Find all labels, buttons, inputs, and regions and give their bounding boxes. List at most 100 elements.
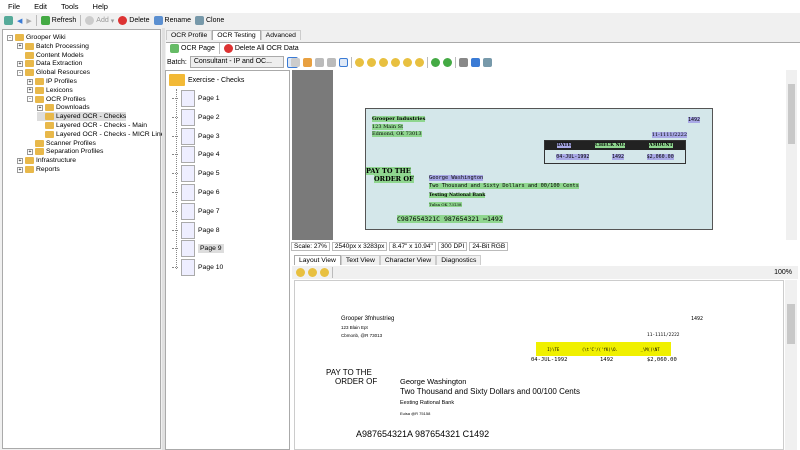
rename-icon — [153, 16, 163, 25]
zoom-actual-icon[interactable] — [379, 58, 388, 67]
page-item[interactable]: Page 1 — [172, 90, 220, 107]
tab-ocr-testing[interactable]: OCR Testing — [212, 30, 261, 40]
tree-node[interactable]: + Batch Processing — [17, 42, 89, 51]
page-item[interactable]: Page 6 — [172, 184, 220, 201]
delete-icon — [118, 16, 128, 25]
batch-folder[interactable]: Exercise - Checks — [169, 74, 244, 86]
expand-toggle-icon[interactable]: + — [17, 166, 23, 173]
tree-node[interactable]: + Lexicons — [27, 86, 73, 95]
page-item[interactable]: Page 2 — [172, 108, 220, 126]
expand-toggle-icon[interactable]: + — [17, 157, 23, 164]
zoom-out-icon[interactable] — [367, 58, 376, 67]
pan-hand-icon[interactable] — [303, 58, 312, 67]
page-thumbnail-icon — [181, 90, 195, 107]
page-item[interactable]: Page 3 — [172, 127, 220, 145]
folder-icon — [35, 78, 44, 85]
tree-node[interactable]: + Downloads — [37, 103, 90, 112]
rotate-right-icon[interactable] — [443, 58, 452, 67]
tab-ocr-profile[interactable]: OCR Profile — [166, 30, 213, 40]
expand-toggle-icon[interactable]: + — [27, 87, 33, 94]
menu-file[interactable]: File — [8, 2, 20, 11]
tree-node[interactable]: + Data Extraction — [17, 59, 82, 68]
page-thumbnail-icon — [181, 202, 195, 220]
home-icon[interactable] — [4, 16, 13, 25]
forward-icon[interactable]: ▶ — [26, 17, 31, 25]
folder-icon — [25, 69, 34, 77]
page-thumbnail-icon — [181, 240, 195, 258]
tree-node[interactable]: Layered OCR - Checks — [37, 112, 127, 122]
tree-node[interactable]: + Infrastructure — [17, 156, 76, 165]
magnify-icon[interactable] — [339, 58, 348, 67]
page-item[interactable]: Page 10 — [172, 259, 223, 277]
expand-toggle-icon[interactable]: + — [17, 60, 23, 67]
menu-edit[interactable]: Edit — [34, 2, 47, 11]
tree-node[interactable]: + Reports — [17, 165, 60, 174]
pointer-icon[interactable] — [291, 58, 300, 67]
refresh-button[interactable]: Refresh — [40, 16, 76, 25]
tree-node[interactable]: Layered OCR - Checks - MICR Line — [37, 130, 164, 139]
viewer-toolbar — [291, 56, 492, 69]
page-thumbnail-icon — [181, 165, 195, 183]
tree-node[interactable]: + IP Profiles — [27, 77, 77, 86]
folder-icon — [35, 86, 44, 94]
menu-tools[interactable]: Tools — [61, 2, 79, 11]
zoom-width-icon[interactable] — [403, 58, 412, 67]
zoom-fit-icon[interactable] — [391, 58, 400, 67]
expand-toggle-icon[interactable]: - — [27, 96, 33, 103]
tree-node[interactable]: Content Models — [17, 51, 84, 60]
tree-node[interactable]: Layered OCR - Checks - Main — [37, 121, 147, 130]
expand-toggle-icon[interactable]: + — [27, 78, 33, 85]
tab-layout-view[interactable]: Layout View — [294, 255, 341, 265]
zoom-height-icon[interactable] — [415, 58, 424, 67]
settings-tools-icon[interactable] — [483, 58, 492, 67]
layout-view: Grooper 3fnhustrieg 123 Blain Ept Cbmonb… — [294, 280, 784, 450]
check-image: Grooper Industries 123 Main St Edmond, O… — [365, 108, 713, 230]
zoom-in-icon[interactable] — [355, 58, 364, 67]
tab-diagnostics[interactable]: Diagnostics — [436, 255, 482, 265]
menu-help[interactable]: Help — [93, 2, 108, 11]
folder-icon — [25, 60, 34, 68]
ocr-page-button[interactable]: OCR Page — [170, 44, 215, 53]
folder-icon — [35, 95, 44, 103]
select-region-icon[interactable] — [315, 58, 324, 67]
tree-node[interactable]: + Separation Profiles — [27, 147, 103, 156]
viewer-scrollbar[interactable] — [786, 70, 797, 240]
image-viewer[interactable]: Grooper Industries 123 Main St Edmond, O… — [292, 70, 786, 240]
batch-selector[interactable]: Consultant - IP and OC... — [189, 56, 284, 68]
expand-toggle-icon[interactable]: + — [27, 148, 33, 155]
page-item[interactable]: Page 9 — [172, 240, 224, 258]
tab-character-view[interactable]: Character View — [379, 255, 437, 265]
rename-button[interactable]: Rename — [153, 16, 191, 25]
tree-node[interactable]: - OCR Profiles — [27, 95, 86, 104]
page-thumbnail-icon — [181, 221, 195, 239]
tab-text-view[interactable]: Text View — [340, 255, 380, 265]
save-icon[interactable] — [471, 58, 480, 67]
rotate-left-icon[interactable] — [431, 58, 440, 67]
add-button[interactable]: Add ▾ — [85, 16, 114, 25]
tab-advanced[interactable]: Advanced — [260, 30, 301, 40]
delete-all-ocr-button[interactable]: Delete All OCR Data — [223, 44, 299, 53]
page-item[interactable]: Page 4 — [172, 146, 220, 164]
page-item[interactable]: Page 5 — [172, 165, 220, 183]
tree-node[interactable]: - Grooper Wiki — [7, 33, 66, 42]
splitter[interactable] — [162, 28, 165, 450]
expand-toggle-icon[interactable]: + — [37, 104, 43, 111]
menu-bar: File Edit Tools Help — [0, 0, 800, 13]
zoom-reset-icon[interactable] — [320, 268, 329, 277]
clone-button[interactable]: Clone — [194, 16, 224, 25]
page-item[interactable]: Page 8 — [172, 221, 220, 239]
tree-node[interactable]: - Global Resources — [17, 68, 90, 77]
zoom-region-icon[interactable] — [327, 58, 336, 67]
print-icon[interactable] — [459, 58, 468, 67]
delete-button[interactable]: Delete — [118, 16, 150, 25]
zoom-in-icon[interactable] — [296, 268, 305, 277]
expand-toggle-icon[interactable]: + — [17, 43, 23, 50]
expand-toggle-icon[interactable]: - — [7, 34, 13, 41]
layout-scrollbar[interactable] — [785, 280, 797, 450]
page-item[interactable]: Page 7 — [172, 202, 220, 220]
zoom-out-icon[interactable] — [308, 268, 317, 277]
tree-node[interactable]: Scanner Profiles — [27, 139, 96, 148]
profile-tabs: OCR Profile OCR Testing Advanced — [166, 30, 301, 40]
back-icon[interactable]: ◀ — [17, 17, 22, 25]
expand-toggle-icon[interactable]: - — [17, 69, 23, 76]
